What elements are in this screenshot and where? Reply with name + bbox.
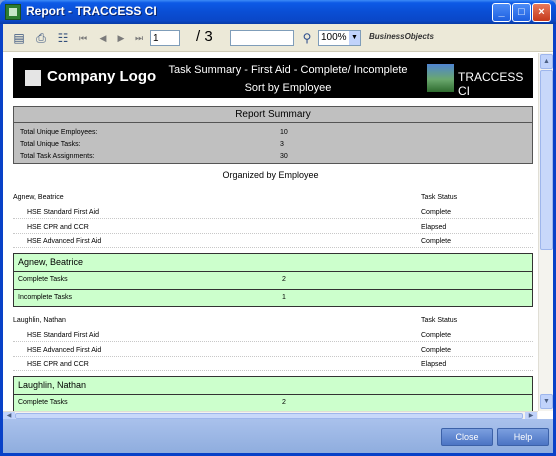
help-button[interactable]: Help [497, 428, 549, 446]
summary-title: Report Summary [14, 107, 532, 123]
first-page-icon[interactable]: ⏮ [77, 30, 89, 46]
close-window-button[interactable]: × [532, 3, 551, 22]
report-title-line1: Task Summary - First Aid - Complete/ Inc… [168, 64, 408, 76]
group-title: Agnew, Beatrice [18, 257, 84, 267]
summary-value: 10 [280, 129, 288, 136]
report-window: Report - TRACCESS CI _ □ × ▤ ⎙ ☷ ⏮ ◀ ▶ ⏭… [0, 0, 556, 456]
group-tree-icon[interactable]: ☷ [55, 30, 71, 46]
search-text-input[interactable] [230, 30, 294, 46]
group-row: Complete Tasks 2 [14, 394, 532, 410]
group-row-value: 2 [282, 399, 286, 406]
page-number-input[interactable] [150, 30, 180, 46]
logo-placeholder-icon [25, 70, 41, 86]
summary-value: 3 [280, 141, 284, 148]
table-row: HSE CPR and CCR Elapsed [13, 358, 533, 371]
employee-group-summary: Laughlin, Nathan Complete Tasks 2 [13, 376, 533, 411]
scroll-down-icon[interactable]: ▼ [540, 394, 553, 409]
task-status-header: Task Status [421, 317, 458, 324]
group-row-value: 1 [282, 294, 286, 301]
task-status: Elapsed [421, 224, 447, 231]
traccess-tree-icon [427, 64, 454, 92]
table-row: HSE Standard First Aid Complete [13, 329, 533, 342]
report-summary: Report Summary Total Unique Employees: 1… [13, 106, 533, 164]
group-row-label: Complete Tasks [18, 399, 68, 406]
app-icon [5, 4, 21, 20]
employee-name: Agnew, Beatrice [13, 194, 64, 201]
group-row: Incomplete Tasks 1 [14, 289, 532, 305]
report-canvas: Company Logo Task Summary - First Aid - … [3, 53, 538, 411]
task-status: Complete [421, 209, 451, 216]
title-bar[interactable]: Report - TRACCESS CI _ □ × [0, 0, 556, 24]
chevron-down-icon[interactable]: ▼ [349, 31, 360, 45]
window-title: Report - TRACCESS CI [26, 4, 157, 18]
vertical-scroll-thumb[interactable] [540, 70, 553, 250]
print-icon[interactable]: ⎙ [33, 30, 49, 46]
zoom-select[interactable]: 100% ▼ [318, 30, 361, 46]
summary-label: Total Unique Employees: [20, 129, 98, 136]
report-header: Company Logo Task Summary - First Aid - … [13, 58, 533, 98]
businessobjects-logo: BusinessObjects [369, 32, 434, 41]
group-row-label: Incomplete Tasks [18, 294, 72, 301]
task-status: Complete [421, 347, 451, 354]
summary-label: Total Unique Tasks: [20, 141, 81, 148]
organized-heading: Organized by Employee [222, 170, 319, 180]
task-name: HSE Standard First Aid [27, 209, 99, 216]
task-status-header: Task Status [421, 194, 458, 201]
page-total: / 3 [196, 28, 213, 45]
maximize-button[interactable]: □ [512, 3, 531, 22]
export-icon[interactable]: ▤ [11, 30, 27, 46]
search-icon[interactable]: ⚲ [299, 30, 315, 46]
task-name: HSE Advanced First Aid [27, 347, 102, 354]
task-name: HSE Standard First Aid [27, 332, 99, 339]
table-row: HSE Advanced First Aid Complete [13, 344, 533, 357]
task-name: HSE CPR and CCR [27, 224, 89, 231]
dialog-footer: Close Help [3, 419, 553, 453]
prev-page-icon[interactable]: ◀ [97, 30, 109, 46]
task-status: Complete [421, 238, 451, 245]
employee-name: Laughlin, Nathan [13, 317, 66, 324]
task-status: Complete [421, 332, 451, 339]
table-row: HSE Standard First Aid Complete [13, 206, 533, 219]
horizontal-scrollbar[interactable]: ◀ ▶ [3, 411, 538, 420]
summary-label: Total Task Assignments: [20, 153, 95, 160]
zoom-value: 100% [321, 32, 347, 43]
employee-group-summary: Agnew, Beatrice Complete Tasks 2 Incompl… [13, 253, 533, 307]
report-title-line2: Sort by Employee [244, 82, 332, 94]
task-status: Elapsed [421, 361, 447, 368]
minimize-button[interactable]: _ [492, 3, 511, 22]
group-row-label: Complete Tasks [18, 276, 68, 283]
table-row: HSE CPR and CCR Elapsed [13, 221, 533, 234]
task-name: HSE Advanced First Aid [27, 238, 102, 245]
company-logo-text: Company Logo [47, 68, 157, 85]
next-page-icon[interactable]: ▶ [115, 30, 127, 46]
group-row: Complete Tasks 2 [14, 271, 532, 287]
group-row-value: 2 [282, 276, 286, 283]
group-title: Laughlin, Nathan [18, 380, 87, 390]
table-row: HSE Advanced First Aid Complete [13, 235, 533, 248]
task-name: HSE CPR and CCR [27, 361, 89, 368]
report-toolbar: ▤ ⎙ ☷ ⏮ ◀ ▶ ⏭ / 3 ⚲ 100% ▼ BusinessObjec… [3, 24, 553, 52]
close-button[interactable]: Close [441, 428, 493, 446]
report-title: Task Summary - First Aid - Complete/ Inc… [163, 62, 413, 96]
traccess-brand: TRACCESS CI [458, 70, 524, 98]
last-page-icon[interactable]: ⏭ [133, 30, 145, 46]
client-area: ▤ ⎙ ☷ ⏮ ◀ ▶ ⏭ / 3 ⚲ 100% ▼ BusinessObjec… [3, 24, 553, 453]
vertical-scrollbar[interactable]: ▲ ▼ [538, 53, 553, 411]
summary-value: 30 [280, 153, 288, 160]
scroll-up-icon[interactable]: ▲ [540, 54, 553, 69]
